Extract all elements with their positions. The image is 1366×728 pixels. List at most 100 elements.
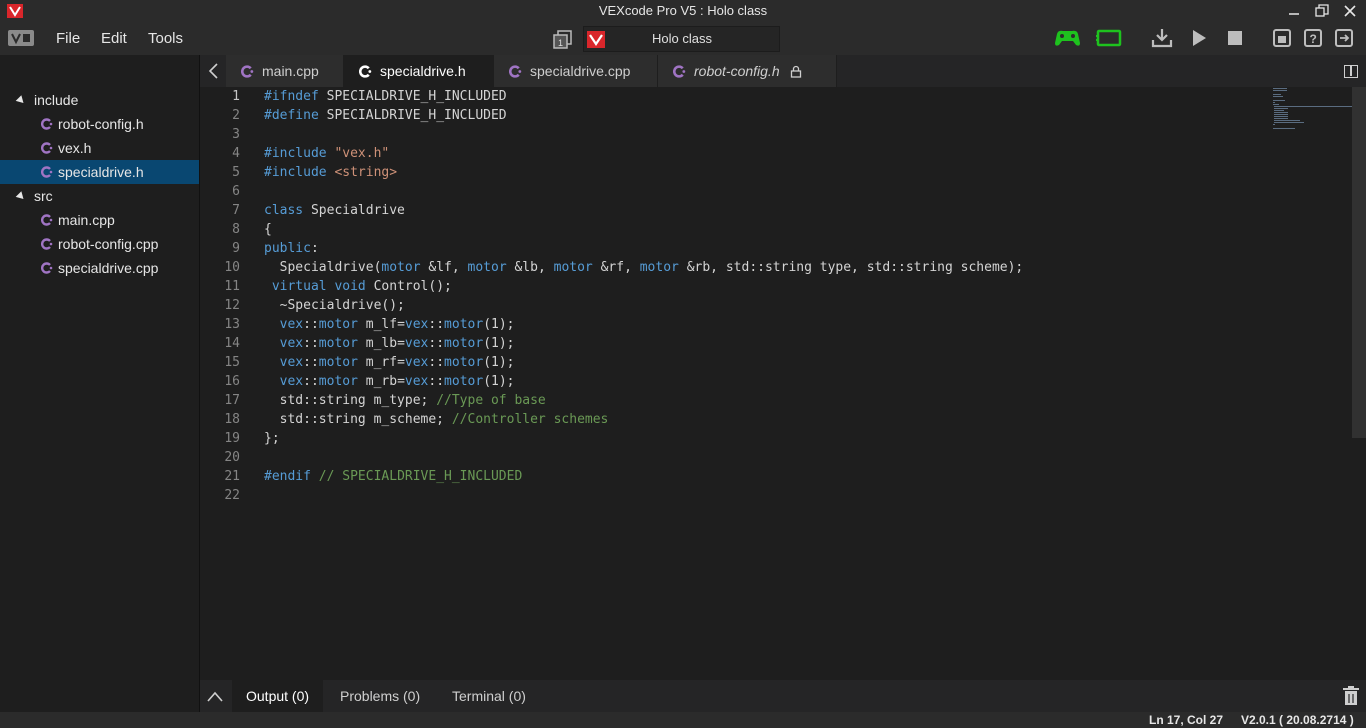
file-item-specialdrive-h[interactable]: specialdrive.h [0,160,199,184]
code-line[interactable]: #include "vex.h" [264,144,389,163]
folder-include[interactable]: include [0,88,199,112]
file-item-main-cpp[interactable]: main.cpp [0,208,199,232]
folder-src[interactable]: src [0,184,199,208]
title-bar: VEXcode Pro V5 : Holo class [0,0,1366,22]
line-number: 3 [232,127,240,142]
chevron-left-icon[interactable] [205,62,223,80]
menu-file[interactable]: File [56,30,80,47]
code-line[interactable]: }; [264,429,280,448]
code-line[interactable]: #endif // SPECIALDRIVE_H_INCLUDED [264,467,522,486]
project-name: Holo class [652,31,712,46]
download-icon [1151,29,1173,48]
vex-logo[interactable] [8,30,34,46]
expanded-caret-icon [15,190,27,202]
code-line[interactable]: { [264,220,272,239]
minimize-button[interactable] [1280,0,1308,22]
file-item-robot-config-cpp[interactable]: robot-config.cpp [0,232,199,256]
code-line[interactable]: vex::motor m_lb=vex::motor(1); [264,334,515,353]
file-label: main.cpp [58,212,115,228]
menu-edit[interactable]: Edit [101,30,127,47]
line-number: 22 [224,488,240,503]
tab-problems[interactable]: Problems (0) [326,680,434,712]
cpp-file-icon [41,214,53,226]
restore-button[interactable] [1308,0,1336,22]
copy-slot-icon: 1 [553,30,572,49]
code-line[interactable]: std::string m_scheme; //Controller schem… [264,410,609,429]
file-item-robot-config-h[interactable]: robot-config.h [0,112,199,136]
code-line[interactable]: #define SPECIALDRIVE_H_INCLUDED [264,106,507,125]
code-line[interactable]: std::string m_type; //Type of base [264,391,546,410]
editor-tab-bar: main.cpp specialdrive.h specialdrive.cpp… [200,55,1366,87]
restore-icon [1315,4,1329,17]
tab-robot-config-h[interactable]: robot-config.h [658,55,837,87]
close-button[interactable] [1336,0,1364,22]
code-line[interactable]: ~Specialdrive(); [264,296,405,315]
play-icon [1193,30,1206,46]
line-number: 20 [224,450,240,465]
play-button[interactable] [1190,28,1208,48]
file-label: robot-config.h [58,116,144,132]
file-item-specialdrive-cpp[interactable]: specialdrive.cpp [0,256,199,280]
help-button[interactable]: ? [1303,28,1323,48]
line-number: 13 [224,317,240,332]
vex-logo-icon [11,33,30,45]
cpp-file-icon [41,262,53,274]
code-line[interactable]: virtual void Control(); [264,277,452,296]
line-number: 19 [224,431,240,446]
minimap[interactable] [1272,87,1352,137]
tab-output[interactable]: Output (0) [232,680,324,712]
menu-tools[interactable]: Tools [148,30,183,47]
code-line[interactable]: public: [264,239,319,258]
code-line[interactable]: vex::motor m_rb=vex::motor(1); [264,372,515,391]
stop-button[interactable] [1227,30,1243,46]
exit-icon [1335,29,1353,47]
line-number: 6 [232,184,240,199]
code-line[interactable]: Specialdrive(motor &lf, motor &lb, motor… [264,258,1024,277]
slot-selector-button[interactable]: 1 [553,29,573,49]
brain-icon [1096,29,1122,47]
split-editor-icon[interactable] [1344,65,1358,78]
line-number: 21 [224,469,240,484]
exit-button[interactable] [1334,28,1354,48]
status-bar: Ln 17, Col 27 V2.0.1 ( 20.08.2714 ) [0,712,1366,728]
code-line[interactable]: #include <string> [264,163,397,182]
tab-specialdrive-h[interactable]: specialdrive.h [344,55,494,87]
tab-specialdrive-cpp[interactable]: specialdrive.cpp [494,55,658,87]
bottom-panel: Output (0) Problems (0) Terminal (0) [200,680,1366,712]
tab-label: robot-config.h [694,63,780,79]
folder-label: src [34,188,53,204]
chevron-up-icon[interactable] [207,690,223,702]
tab-terminal[interactable]: Terminal (0) [438,680,540,712]
folder-label: include [34,92,79,108]
code-line[interactable]: class Specialdrive [264,201,405,220]
download-button[interactable] [1151,28,1173,48]
cpp-file-icon [41,238,53,250]
tab-main-cpp[interactable]: main.cpp [226,55,344,87]
trash-icon[interactable] [1342,686,1360,706]
file-item-vex-h[interactable]: vex.h [0,136,199,160]
close-icon [1344,5,1356,17]
line-number: 1 [232,89,240,104]
slot-button[interactable] [1272,28,1292,48]
stop-icon [1228,31,1242,45]
code-line[interactable]: #ifndef SPECIALDRIVE_H_INCLUDED [264,87,507,106]
line-number: 18 [224,412,240,427]
svg-text:1: 1 [558,38,563,48]
file-label: specialdrive.cpp [58,260,159,276]
minimize-icon [1289,13,1299,15]
vertical-scrollbar[interactable] [1352,87,1366,438]
cpp-file-icon [41,166,53,178]
expanded-caret-icon [15,94,27,106]
code-line[interactable]: vex::motor m_rf=vex::motor(1); [264,353,515,372]
project-name-box[interactable]: Holo class [583,26,780,52]
code-editor[interactable]: 1 2 3 4 5 6 7 8 9 10 11 12 13 14 15 16 1… [200,87,1366,680]
line-number: 11 [224,279,240,294]
line-number: 16 [224,374,240,389]
line-number: 17 [224,393,240,408]
brain-button[interactable] [1096,28,1122,48]
code-line[interactable]: vex::motor m_lf=vex::motor(1); [264,315,515,334]
line-number: 10 [224,260,240,275]
cpp-file-icon [359,64,372,78]
cursor-position: Ln 17, Col 27 [1149,713,1224,727]
controller-button[interactable] [1053,28,1082,48]
